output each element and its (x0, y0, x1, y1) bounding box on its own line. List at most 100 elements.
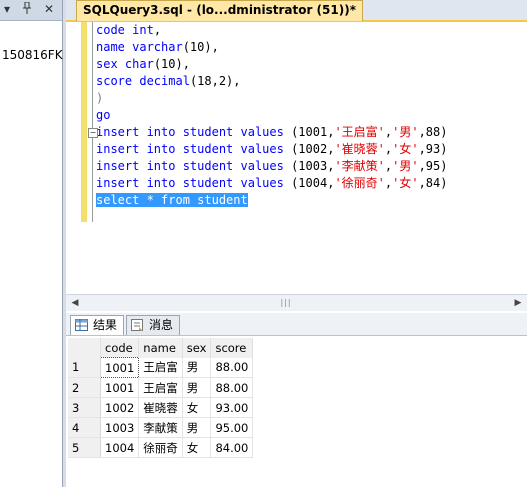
column-header-score[interactable]: score (210, 338, 254, 358)
cell-name[interactable]: 徐丽奇 (138, 437, 183, 458)
results-tab-strip: 结果 消息 (66, 313, 527, 336)
cell-score[interactable]: 84.00 (210, 437, 254, 458)
code-line[interactable]: select * from student (96, 192, 248, 209)
code-line[interactable]: name varchar(10), (96, 39, 219, 56)
scroll-thumb[interactable]: ||| (256, 298, 316, 307)
code-token: go (96, 108, 111, 122)
cell-score[interactable]: 88.00 (210, 357, 254, 378)
collapse-icon[interactable]: − (88, 128, 98, 138)
code-token: ,95) (418, 159, 448, 173)
table-row[interactable]: 2 1001 王启富男 88.00 (68, 377, 254, 398)
table-row[interactable]: 5 1004 徐丽奇女 84.00 (68, 437, 254, 458)
tab-messages-label: 消息 (149, 318, 174, 332)
cell-code[interactable]: 1001 (99, 357, 140, 378)
code-token: score (96, 74, 140, 88)
code-token: ) (96, 91, 104, 105)
grid-header-row: code name sex score (68, 338, 254, 358)
tab-sqlquery3[interactable]: SQLQuery3.sql - (lo...dministrator (51))… (76, 0, 363, 21)
code-token: varchar (132, 40, 183, 54)
code-line[interactable]: score decimal(18,2), (96, 73, 241, 90)
code-token: insert into student values (96, 176, 292, 190)
code-line[interactable]: insert into student values (1004,'徐丽奇','… (96, 175, 447, 192)
cell-code[interactable]: 1001 (100, 377, 140, 398)
column-header-sex[interactable]: sex (182, 338, 212, 358)
code-token: sex (96, 57, 125, 71)
tab-messages[interactable]: 消息 (126, 315, 181, 335)
cell-score[interactable]: 93.00 (210, 397, 254, 418)
row-number[interactable]: 5 (68, 437, 101, 458)
grid-icon (75, 319, 88, 331)
chevron-down-icon[interactable]: ▾ (4, 2, 10, 16)
code-token: '男' (392, 159, 419, 173)
change-gutter (81, 22, 87, 222)
code-token: int (132, 23, 154, 37)
code-token: , (153, 23, 162, 37)
scroll-left-icon[interactable]: ◀ (68, 297, 82, 309)
code-line[interactable]: ) (96, 90, 103, 107)
row-number[interactable]: 4 (68, 417, 101, 438)
sql-editor[interactable]: code int, name varchar(10), sex char(10), s… (66, 22, 527, 294)
cell-name[interactable]: 李献策 (138, 417, 183, 438)
outline-line (92, 22, 93, 222)
cell-code[interactable]: 1002 (100, 397, 140, 418)
grid-body: 1 1001 王启富男 88.00 2 1001 王启富男 88.00 3 1002 崔晓蓉女 93.… (68, 357, 254, 458)
code-token: '女' (392, 142, 419, 156)
code-token: (10), (153, 57, 190, 71)
code-token: char (124, 57, 154, 71)
pin-icon[interactable] (22, 1, 32, 17)
document-tab-strip: SQLQuery3.sql - (lo...dministrator (51))… (66, 0, 527, 22)
code-token: insert into student values (96, 125, 292, 139)
cell-name[interactable]: 崔晓蓉 (138, 397, 183, 418)
row-number[interactable]: 3 (68, 397, 101, 418)
cell-name[interactable]: 王启富 (138, 377, 183, 398)
code-token: (1003, (291, 159, 335, 173)
results-grid[interactable]: code name sex score 1 1001 王启富男 88.00 2 1001 王… (68, 338, 254, 458)
table-row[interactable]: 1 1001 王启富男 88.00 (68, 357, 254, 378)
cell-score[interactable]: 95.00 (210, 417, 254, 438)
object-explorer-panel: ▾ ✕ 150816FK (0, 0, 63, 487)
code-token: decimal (139, 74, 190, 88)
table-row[interactable]: 3 1002 崔晓蓉女 93.00 (68, 397, 254, 418)
code-line[interactable]: code int, (96, 22, 161, 39)
code-line[interactable]: insert into student values (1001,'王启富','… (96, 124, 447, 141)
tab-results-label: 结果 (93, 318, 118, 332)
row-number[interactable]: 2 (68, 377, 101, 398)
code-line[interactable]: go (96, 107, 110, 124)
code-token: (1004, (291, 176, 335, 190)
scroll-right-icon[interactable]: ▶ (511, 297, 525, 309)
code-token: insert into student values (96, 159, 292, 173)
code-token: ,84) (418, 176, 448, 190)
code-token: (1001, (291, 125, 335, 139)
query-document: SQLQuery3.sql - (lo...dministrator (51))… (66, 0, 527, 487)
tab-results[interactable]: 结果 (70, 315, 125, 335)
row-number[interactable]: 1 (68, 357, 101, 378)
code-token: code (96, 23, 133, 37)
column-header-name[interactable]: name (138, 338, 183, 358)
cell-code[interactable]: 1004 (100, 437, 140, 458)
selected-text: select * from student (96, 193, 248, 207)
grid-corner (68, 338, 101, 358)
column-header-code[interactable]: code (100, 338, 140, 358)
code-token: insert into student values (96, 142, 292, 156)
cell-code[interactable]: 1003 (100, 417, 140, 438)
close-icon[interactable]: ✕ (44, 2, 54, 16)
cell-sex[interactable]: 男 (182, 377, 212, 398)
code-token: '徐丽奇' (334, 176, 385, 190)
code-line[interactable]: sex char(10), (96, 56, 190, 73)
code-token: '王启富' (334, 125, 385, 139)
cell-name[interactable]: 王启富 (138, 357, 183, 378)
cell-sex[interactable]: 男 (182, 357, 212, 378)
table-row[interactable]: 4 1003 李献策男 95.00 (68, 417, 254, 438)
tree-item[interactable]: 150816FK (2, 48, 63, 62)
code-token: (18,2), (189, 74, 241, 88)
cell-sex[interactable]: 女 (182, 437, 212, 458)
code-line[interactable]: insert into student values (1002,'崔晓蓉','… (96, 141, 447, 158)
code-line[interactable]: insert into student values (1003,'李献策','… (96, 158, 447, 175)
code-token: name (96, 40, 133, 54)
cell-sex[interactable]: 男 (182, 417, 212, 438)
cell-sex[interactable]: 女 (182, 397, 212, 418)
object-explorer-header: ▾ ✕ (0, 0, 62, 21)
code-token: '李献策' (334, 159, 385, 173)
horizontal-scrollbar[interactable]: ◀ ||| ▶ (66, 294, 527, 311)
cell-score[interactable]: 88.00 (210, 377, 254, 398)
